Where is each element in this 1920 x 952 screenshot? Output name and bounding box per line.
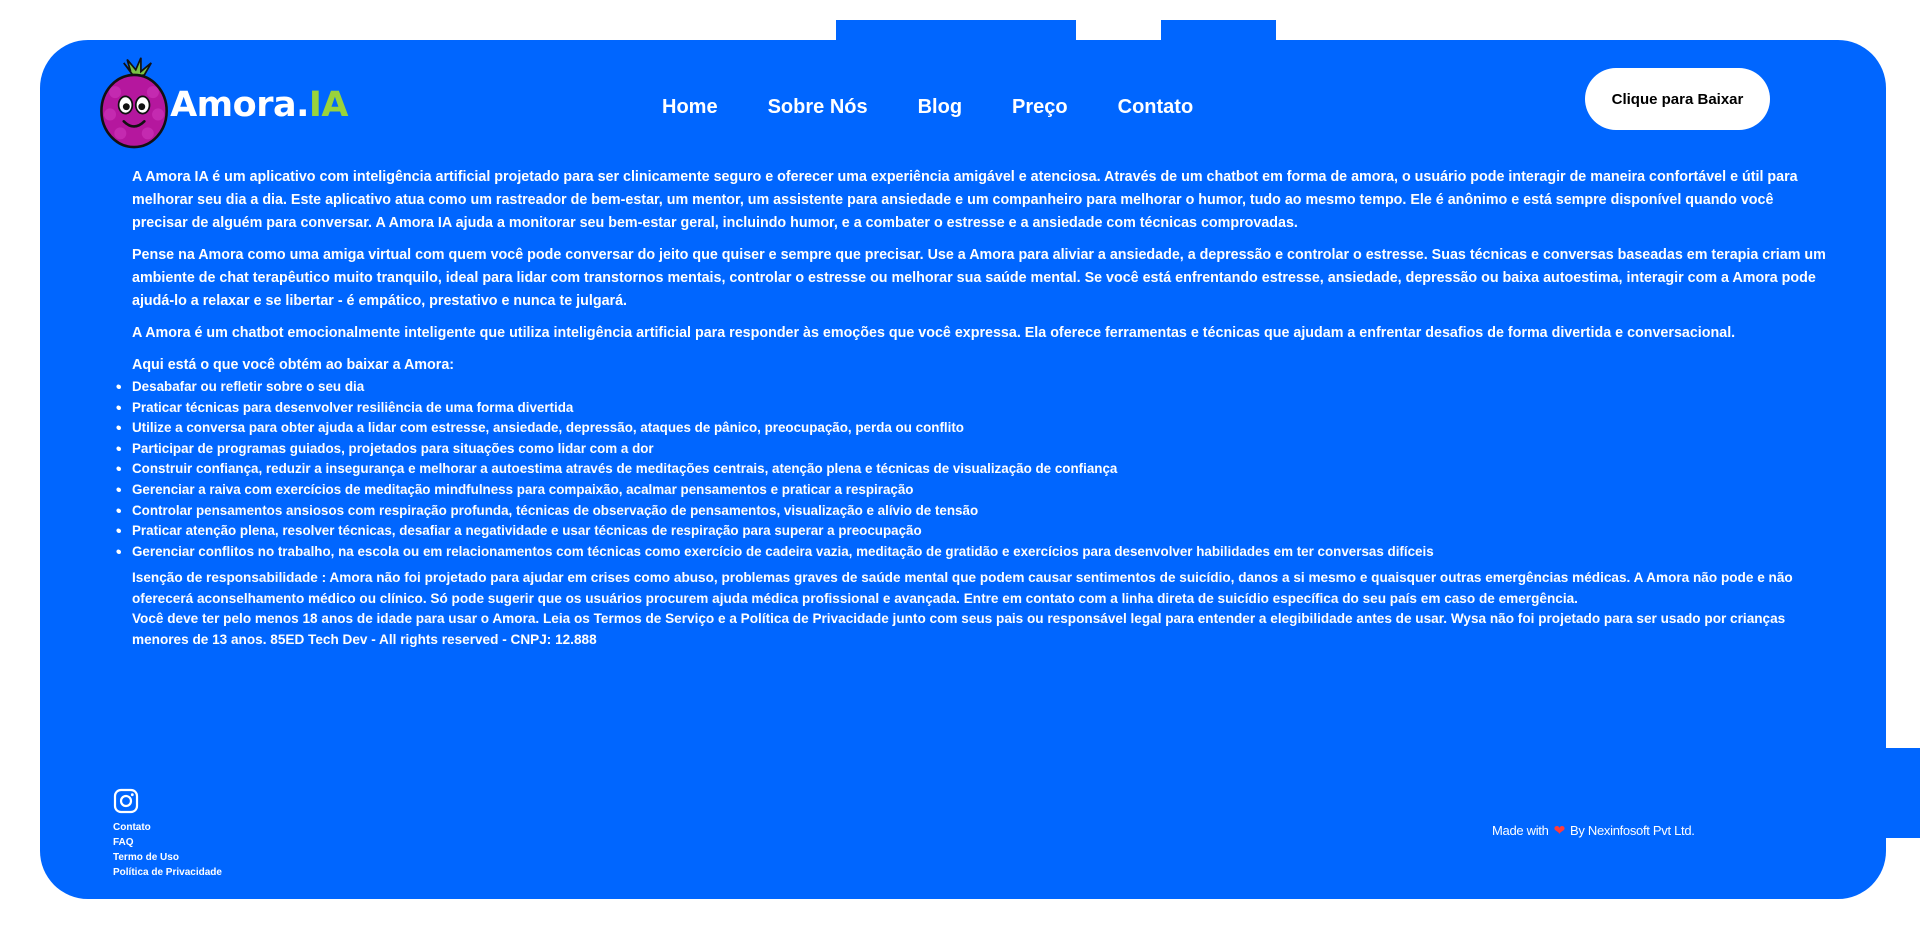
list-item: Praticar atenção plena, resolver técnica… bbox=[116, 521, 1832, 542]
side-tab-decoration bbox=[1880, 748, 1920, 838]
nav-home[interactable]: Home bbox=[662, 96, 718, 119]
brand-logo[interactable]: Amora.IA bbox=[98, 50, 349, 160]
paragraph-intro: A Amora IA é um aplicativo com inteligên… bbox=[132, 169, 1798, 231]
nav-blog[interactable]: Blog bbox=[918, 96, 962, 119]
disclaimer-text: Isenção de responsabilidade : Amora não … bbox=[132, 570, 1793, 606]
list-item: Participar de programas guiados, projeta… bbox=[116, 439, 1832, 460]
made-with-credit: Made with ❤ By Nexinfosoft Pvt Ltd. bbox=[1492, 822, 1695, 838]
nav-contato[interactable]: Contato bbox=[1118, 96, 1194, 119]
benefits-list: Desabafar ou refletir sobre o seu dia Pr… bbox=[116, 377, 1832, 563]
list-item: Gerenciar a raiva com exercícios de medi… bbox=[116, 480, 1832, 501]
instagram-icon[interactable] bbox=[113, 788, 139, 814]
list-item: Praticar técnicas para desenvolver resil… bbox=[116, 398, 1832, 419]
download-button[interactable]: Clique para Baixar bbox=[1585, 68, 1770, 130]
age-notice: Você deve ter pelo menos 18 anos de idad… bbox=[132, 611, 1786, 647]
raspberry-mascot-icon bbox=[100, 57, 168, 149]
footer-link-faq[interactable]: FAQ bbox=[113, 835, 222, 850]
paragraph-friend: Pense na Amora como uma amiga virtual co… bbox=[132, 247, 1826, 309]
main-card: Amora.IA Home Sobre Nós Blog Preço Conta… bbox=[40, 40, 1886, 899]
footer-left: Contato FAQ Termo de Uso Política de Pri… bbox=[113, 788, 222, 880]
list-item: Gerenciar conflitos no trabalho, na esco… bbox=[116, 542, 1832, 563]
footer-link-politica-de-privacidade[interactable]: Política de Privacidade bbox=[113, 865, 222, 880]
main-nav: Home Sobre Nós Blog Preço Contato bbox=[662, 96, 1193, 119]
nav-sobre-nos[interactable]: Sobre Nós bbox=[768, 96, 868, 119]
nav-preco[interactable]: Preço bbox=[1012, 96, 1068, 119]
list-item: Construir confiança, reduzir a inseguran… bbox=[116, 459, 1832, 480]
footer-link-termo-de-uso[interactable]: Termo de Uso bbox=[113, 850, 222, 865]
heart-icon: ❤ bbox=[1553, 822, 1566, 838]
footer-links: Contato FAQ Termo de Uso Política de Pri… bbox=[113, 820, 222, 880]
list-item: Desabafar ou refletir sobre o seu dia bbox=[116, 377, 1832, 398]
brand-name: Amora.IA bbox=[170, 85, 348, 125]
main-content: A Amora IA é um aplicativo com inteligên… bbox=[116, 166, 1832, 650]
footer-link-contato[interactable]: Contato bbox=[113, 820, 222, 835]
list-item: Utilize a conversa para obter ajuda a li… bbox=[116, 418, 1832, 439]
paragraph-chatbot: A Amora é um chatbot emocionalmente inte… bbox=[132, 325, 1736, 341]
list-item: Controlar pensamentos ansiosos com respi… bbox=[116, 501, 1832, 522]
list-intro: Aqui está o que você obtém ao baixar a A… bbox=[132, 357, 455, 373]
disclaimer-block: Isenção de responsabilidade : Amora não … bbox=[132, 568, 1832, 650]
